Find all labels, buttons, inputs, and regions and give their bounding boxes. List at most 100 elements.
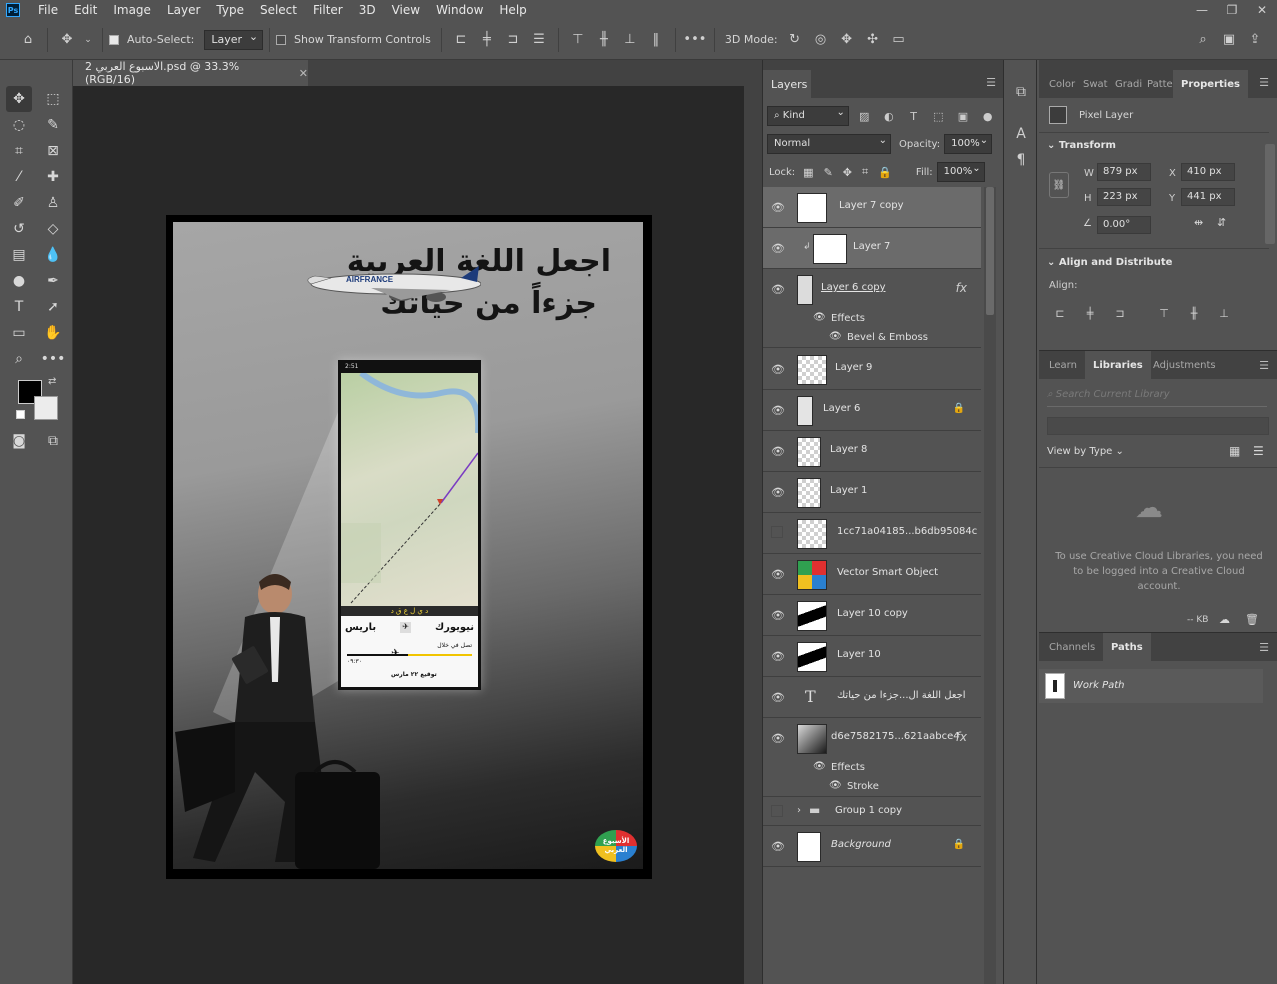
eyedropper-tool-icon[interactable]: ⁄ (6, 164, 32, 190)
distribute-icon[interactable]: ☰ (529, 30, 549, 50)
minimize-button[interactable]: — (1187, 0, 1217, 20)
align-top-icon[interactable]: ⊤ (568, 30, 588, 50)
panel-menu-icon[interactable]: ☰ (1259, 76, 1269, 89)
tab-layers[interactable]: Layers (763, 70, 811, 98)
list-view-icon[interactable]: ☰ (1253, 444, 1264, 458)
blend-mode-dropdown[interactable]: Normal (767, 132, 891, 154)
angle-input[interactable]: 0.00° (1097, 216, 1151, 234)
search-icon[interactable]: ⌕ (1193, 30, 1213, 50)
more-tools-icon[interactable]: ••• (40, 346, 66, 372)
menu-help[interactable]: Help (491, 0, 534, 20)
marquee-tool-icon[interactable]: ⬚ (40, 86, 66, 112)
layer-row[interactable]: 👁 ↲ Layer 7 (763, 228, 981, 269)
quick-mask-icon[interactable]: ◙ (6, 428, 32, 454)
chevron-down-icon[interactable]: ⌄ (83, 30, 93, 50)
chevron-right-icon[interactable]: › (797, 805, 801, 816)
auto-select-dropdown[interactable]: Layer (204, 28, 264, 50)
lock-position-icon[interactable]: ✥ (843, 166, 852, 179)
default-colors-icon[interactable] (16, 410, 25, 419)
document-tab[interactable]: الاسبوع العربي 2.psd @ 33.3% (RGB/16) ✕ (73, 60, 308, 86)
eye-icon[interactable]: 👁 (771, 241, 785, 255)
smart-object-filter-icon[interactable]: ▣ (954, 106, 973, 126)
layer-row[interactable]: 👁 Layer 7 copy (763, 187, 981, 228)
gradient-tool-icon[interactable]: ▤ (6, 242, 32, 268)
quick-select-tool-icon[interactable]: ✎ (40, 112, 66, 138)
swap-colors-icon[interactable]: ⇄ (48, 376, 56, 387)
menu-edit[interactable]: Edit (66, 0, 105, 20)
eye-icon[interactable]: 👁 (771, 649, 785, 663)
3d-orbit-icon[interactable]: ↻ (785, 30, 805, 50)
layer-row[interactable]: 👁 Vector Smart Object (763, 554, 981, 595)
view-by-dropdown[interactable]: View by Type ⌄ (1047, 446, 1124, 457)
more-options-icon[interactable]: ••• (683, 30, 706, 50)
character-icon[interactable]: A (1011, 124, 1031, 144)
eraser-tool-icon[interactable]: ◇ (40, 216, 66, 242)
lock-artboard-icon[interactable]: ⌗ (862, 165, 868, 179)
trash-icon[interactable]: 🗑 (1245, 613, 1259, 626)
kind-filter-dropdown[interactable]: ⌕ Kind (767, 104, 849, 126)
distribute-vertical-icon[interactable]: ‖ (646, 30, 666, 50)
effect-stroke-row[interactable]: 👁 Stroke (763, 778, 981, 797)
paragraph-icon[interactable]: ¶ (1011, 150, 1031, 170)
home-icon[interactable]: ⌂ (18, 30, 38, 50)
height-input[interactable]: 223 px (1097, 188, 1151, 206)
align-bottom-edges-icon[interactable]: ⊥ (1217, 306, 1231, 320)
effects-row[interactable]: 👁 Effects (763, 759, 981, 778)
align-left-icon[interactable]: ⊏ (451, 30, 471, 50)
move-tool-icon[interactable]: ✥ (6, 86, 32, 112)
menu-file[interactable]: File (30, 0, 66, 20)
menu-view[interactable]: View (384, 0, 428, 20)
y-input[interactable]: 441 px (1181, 188, 1235, 206)
panel-menu-icon[interactable]: ☰ (1259, 359, 1269, 372)
move-tool-icon[interactable]: ✥ (57, 30, 77, 50)
layer-row[interactable]: 👁 Layer 10 copy (763, 595, 981, 636)
panel-menu-icon[interactable]: ☰ (1259, 641, 1269, 654)
align-left-edges-icon[interactable]: ⊏ (1053, 306, 1067, 320)
zoom-tool-icon[interactable]: ⌕ (6, 346, 32, 372)
library-search-field[interactable]: ⌕ Search Current Library (1047, 389, 1267, 407)
type-filter-icon[interactable]: T (904, 106, 923, 126)
canvas-scrollbar[interactable] (744, 86, 762, 984)
3d-slide-icon[interactable]: ✣ (863, 30, 883, 50)
lock-all-icon[interactable]: 🔒 (878, 166, 892, 179)
blur-tool-icon[interactable]: 💧 (40, 242, 66, 268)
fill-input[interactable]: 100% (936, 160, 985, 182)
3d-camera-icon[interactable]: ▭ (889, 30, 909, 50)
lock-pixels-icon[interactable]: ✎ (824, 166, 833, 179)
history-icon[interactable]: ⧉ (1011, 82, 1031, 102)
layers-scrollbar-thumb[interactable] (986, 187, 994, 315)
hand-tool-icon[interactable]: ✋ (40, 320, 66, 346)
rectangle-tool-icon[interactable]: ▭ (6, 320, 32, 346)
eye-icon[interactable]: 👁 (771, 282, 785, 296)
canvas-area[interactable]: اجعل اللغة العربية جزءاً من حياتك 2:51 د (73, 86, 744, 984)
eye-icon[interactable]: 👁 (771, 731, 785, 745)
path-row[interactable]: Work Path (1039, 669, 1263, 703)
layer-row[interactable]: 👁 T اجعل اللغة ال...جزءا من حياتك (763, 677, 981, 718)
layer-row[interactable]: 👁 Layer 1 (763, 472, 981, 513)
link-dimensions-icon[interactable]: ⛓ (1049, 172, 1069, 198)
layer-row[interactable]: 👁 Layer 6 🔒 (763, 390, 981, 431)
menu-layer[interactable]: Layer (159, 0, 208, 20)
close-button[interactable]: ✕ (1247, 0, 1277, 20)
visibility-toggle[interactable] (771, 805, 783, 817)
close-tab-icon[interactable]: ✕ (299, 67, 308, 80)
lock-transparent-icon[interactable]: ▦ (803, 166, 813, 179)
crop-tool-icon[interactable]: ⌗ (6, 138, 32, 164)
eye-icon[interactable]: 👁 (829, 780, 842, 791)
layers-scrollbar[interactable] (984, 187, 996, 984)
group-row[interactable]: › ▬ Group 1 copy (763, 798, 981, 826)
tab-libraries[interactable]: Libraries (1085, 351, 1151, 379)
pen-tool-icon[interactable]: ✒ (40, 268, 66, 294)
layer-row[interactable]: 👁 Layer 6 copy fx (763, 269, 981, 310)
eye-icon[interactable]: 👁 (771, 690, 785, 704)
eye-icon[interactable]: 👁 (771, 608, 785, 622)
layer-row[interactable]: 👁 Layer 10 (763, 636, 981, 677)
path-select-tool-icon[interactable]: ➚ (40, 294, 66, 320)
fx-icon[interactable]: fx (956, 730, 967, 744)
3d-roll-icon[interactable]: ◎ (811, 30, 831, 50)
shape-filter-icon[interactable]: ⬚ (929, 106, 948, 126)
eye-icon[interactable]: 👁 (771, 200, 785, 214)
dodge-tool-icon[interactable]: ● (6, 268, 32, 294)
menu-select[interactable]: Select (252, 0, 305, 20)
fx-icon[interactable]: fx (956, 281, 967, 295)
